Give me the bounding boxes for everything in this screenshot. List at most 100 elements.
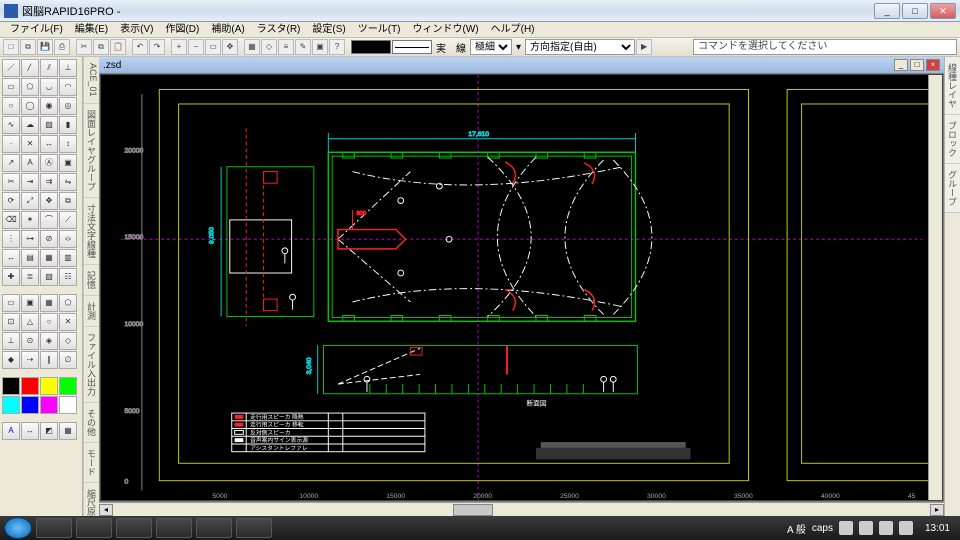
color-yellow[interactable]	[40, 377, 58, 395]
tool-pline-icon[interactable]: 〳	[21, 59, 39, 77]
tool2-sel-icon[interactable]: ▭	[2, 294, 20, 312]
new-icon[interactable]: □	[3, 39, 19, 55]
task-app3[interactable]	[196, 518, 232, 538]
zoom-out-icon[interactable]: −	[188, 39, 204, 55]
task-ie[interactable]	[76, 518, 112, 538]
undo-icon[interactable]: ↶	[132, 39, 148, 55]
color-swatch[interactable]	[351, 40, 391, 54]
start-button[interactable]	[4, 517, 32, 539]
tool-cloud-icon[interactable]: ☁	[21, 116, 39, 134]
tool-ellipse-icon[interactable]: ◯	[21, 97, 39, 115]
vtab-mode[interactable]: モード	[84, 443, 99, 483]
save-icon[interactable]: 💾	[37, 39, 53, 55]
tray-icon-1[interactable]	[839, 521, 853, 535]
color-green[interactable]	[59, 377, 77, 395]
cad-svg[interactable]: 0 5000 10000 15000 20000 5000 10000 1500…	[101, 75, 942, 500]
menu-draw[interactable]: 作図(D)	[159, 22, 205, 37]
tool-poly-icon[interactable]: ⬠	[21, 78, 39, 96]
tool-circle-icon[interactable]: ○	[2, 97, 20, 115]
menu-view[interactable]: 表示(V)	[114, 22, 159, 37]
tool-cross-icon[interactable]: ✕	[21, 135, 39, 153]
tool-leader-icon[interactable]: ↗	[2, 154, 20, 172]
scroll-thumb[interactable]	[453, 504, 493, 516]
tool-break-icon[interactable]: ⊘	[40, 230, 58, 248]
vtab-measure[interactable]: 計測	[84, 296, 99, 327]
ime-extra[interactable]: caps	[812, 523, 833, 534]
tool-mtext-icon[interactable]: Ⓐ	[40, 154, 58, 172]
scroll-right-icon[interactable]: ▸	[930, 504, 944, 516]
vtab-layer[interactable]: 図面レイヤグループ	[84, 104, 99, 198]
tool-fill-icon[interactable]: ▮	[59, 116, 77, 134]
menu-help[interactable]: ヘルプ(H)	[485, 22, 541, 37]
tool-circle3-icon[interactable]: ◉	[40, 97, 58, 115]
redo-icon[interactable]: ↷	[149, 39, 165, 55]
tool-text-icon[interactable]: A	[21, 154, 39, 172]
tray-volume-icon[interactable]	[899, 521, 913, 535]
scrollbar-vertical[interactable]	[928, 75, 942, 500]
tool-erase-icon[interactable]: ⌫	[2, 211, 20, 229]
layer-icon[interactable]: ≡	[278, 39, 294, 55]
tool-parallel-icon[interactable]: ⫽	[40, 59, 58, 77]
clock[interactable]: 13:01	[919, 523, 956, 534]
zoom-in-icon[interactable]: +	[171, 39, 187, 55]
direction-apply-icon[interactable]: ▶	[636, 39, 652, 55]
copy-icon[interactable]: ⧉	[93, 39, 109, 55]
tool2-win-icon[interactable]: ▣	[21, 294, 39, 312]
tool2-perp-icon[interactable]: ⊥	[2, 332, 20, 350]
zoom-fit-icon[interactable]: ▭	[205, 39, 221, 55]
cut-icon[interactable]: ✂	[76, 39, 92, 55]
tool-hatch-icon[interactable]: ▨	[40, 116, 58, 134]
tool-align-icon[interactable]: ▤	[21, 249, 39, 267]
close-button[interactable]: ✕	[930, 3, 956, 19]
vtab-mem[interactable]: 記憶	[84, 265, 99, 296]
tool2-cen-icon[interactable]: ○	[40, 313, 58, 331]
vtab-other[interactable]: その他	[84, 403, 99, 443]
tool-arc2-icon[interactable]: ◠	[59, 78, 77, 96]
tool3-dim-icon[interactable]: ↔	[21, 422, 39, 440]
tool3-grid-icon[interactable]: ▦	[59, 422, 77, 440]
pan-icon[interactable]: ✥	[222, 39, 238, 55]
tool-arc-icon[interactable]: ◡	[40, 78, 58, 96]
print-icon[interactable]: ⎙	[54, 39, 70, 55]
tool-stretch-icon[interactable]: ↔	[2, 249, 20, 267]
tool-group-icon[interactable]: ▦	[40, 249, 58, 267]
vtab-ace[interactable]: ACE_01	[84, 57, 99, 104]
tool-point-icon[interactable]: ·	[2, 135, 20, 153]
minimize-button[interactable]: _	[874, 3, 900, 19]
tool2-par-icon[interactable]: ∥	[40, 351, 58, 369]
task-app2[interactable]	[156, 518, 192, 538]
tool2-tan-icon[interactable]: ⊙	[21, 332, 39, 350]
tool-join-icon[interactable]: ⊶	[21, 230, 39, 248]
color-black[interactable]	[2, 377, 20, 395]
rtab-linelayer[interactable]: 線種レイヤ	[945, 57, 960, 115]
tool2-quad-icon[interactable]: ◆	[2, 351, 20, 369]
scroll-left-icon[interactable]: ◂	[99, 504, 113, 516]
tool-dim2-icon[interactable]: ↕	[59, 135, 77, 153]
color-cyan[interactable]	[2, 396, 20, 414]
linetype-preview[interactable]	[392, 40, 432, 54]
tool-chamfer-icon[interactable]: ⟋	[59, 211, 77, 229]
tool-spline-icon[interactable]: ∿	[2, 116, 20, 134]
tool2-near-icon[interactable]: ◈	[40, 332, 58, 350]
tool-divide-icon[interactable]: ⋮	[2, 230, 20, 248]
tool-rotate-icon[interactable]: ⟳	[2, 192, 20, 210]
tool-prop-icon[interactable]: ☷	[59, 268, 77, 286]
color-magenta[interactable]	[40, 396, 58, 414]
tool2-mid-icon[interactable]: △	[21, 313, 39, 331]
color-red[interactable]	[21, 377, 39, 395]
rtab-group[interactable]: グループ	[945, 164, 960, 213]
tool3-text-icon[interactable]: A	[2, 422, 20, 440]
tool2-int-icon[interactable]: ✕	[59, 313, 77, 331]
tool-rect-icon[interactable]: ▭	[2, 78, 20, 96]
menu-settings[interactable]: 設定(S)	[306, 22, 351, 37]
tool-trim-icon[interactable]: ✂	[2, 173, 20, 191]
tool2-poly-icon[interactable]: ⬠	[59, 294, 77, 312]
tool3-coord-icon[interactable]: ◩	[40, 422, 58, 440]
menu-assist[interactable]: 補助(A)	[205, 22, 250, 37]
ime-status[interactable]: A 般	[787, 521, 806, 536]
tool-fillet-icon[interactable]: ⌒	[40, 211, 58, 229]
tool2-ext-icon[interactable]: ⇢	[21, 351, 39, 369]
tool2-none-icon[interactable]: ∅	[59, 351, 77, 369]
tool-layer2-icon[interactable]: ≣	[21, 268, 39, 286]
tool-mirror-icon[interactable]: ⇋	[59, 173, 77, 191]
